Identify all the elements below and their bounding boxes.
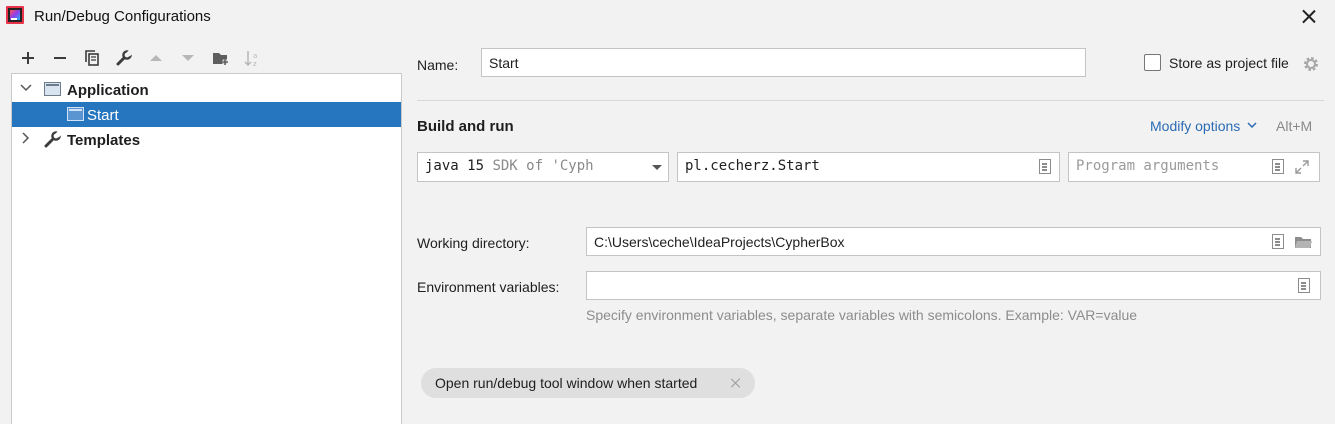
add-icon[interactable] [12,46,44,70]
sdk-name: java 15 [425,158,485,174]
remove-icon[interactable] [44,46,76,70]
tree-item-label: Templates [67,132,141,149]
environment-variables-hint: Specify environment variables, separate … [586,307,1138,323]
folder-icon[interactable] [1294,235,1312,249]
intellij-app-icon [6,6,24,24]
section-title-build-and-run: Build and run [417,118,514,135]
divider [417,100,1324,101]
chevron-down-icon[interactable] [20,82,32,94]
browse-document-icon[interactable] [1298,278,1310,293]
chip-label: Open run/debug tool window when started [435,375,698,391]
tree-item-application[interactable]: Application [12,77,401,102]
sdk-text: java 15 SDK of 'Cyph [425,158,594,174]
tree-item-templates[interactable]: Templates [12,127,401,152]
svg-text:a: a [253,52,257,60]
main-class-value: pl.cecherz.Start [685,158,820,174]
jre-sdk-dropdown[interactable]: java 15 SDK of 'Cyph [417,152,669,182]
remove-option-icon[interactable] [729,376,743,390]
working-directory-label: Working directory: [417,235,530,251]
tree-item-label: Application [67,82,149,99]
browse-document-icon[interactable] [1272,234,1284,249]
new-folder-icon[interactable] [204,46,236,70]
configurations-toolbar: az [12,46,268,70]
working-directory-field[interactable]: C:\Users\ceche\IdeaProjects\CypherBox [586,227,1321,256]
store-as-project-file-label: Store as project file [1169,55,1289,71]
move-down-icon[interactable] [172,46,204,70]
tree-item-label: Start [87,107,119,124]
modify-options-shortcut: Alt+M [1276,118,1313,134]
tree-item-start[interactable]: Start [12,102,401,127]
modify-options-link[interactable]: Modify options [1150,118,1258,134]
working-directory-value: C:\Users\ceche\IdeaProjects\CypherBox [594,234,845,250]
window-title: Run/Debug Configurations [34,8,211,25]
move-up-icon[interactable] [140,46,172,70]
program-arguments-field[interactable]: Program arguments [1068,152,1320,182]
copy-icon[interactable] [76,46,108,70]
svg-text:z: z [253,60,257,68]
browse-document-icon[interactable] [1272,159,1284,174]
chevron-down-icon [651,164,663,172]
modify-options-label: Modify options [1150,118,1241,134]
main-class-field[interactable]: pl.cecherz.Start [677,152,1060,182]
environment-variables-label: Environment variables: [417,279,560,295]
wrench-icon[interactable] [108,46,140,70]
chevron-right-icon[interactable] [20,132,32,144]
close-icon[interactable] [1297,5,1321,29]
expand-icon[interactable] [1295,160,1309,174]
configurations-tree: Application Start Templates [11,73,402,424]
sort-alphabetically-icon[interactable]: az [236,46,268,70]
open-tool-window-option-chip[interactable]: Open run/debug tool window when started [421,368,755,398]
sdk-detail: SDK of 'Cyph [492,158,594,174]
program-arguments-placeholder: Program arguments [1076,158,1220,174]
chevron-down-icon [1247,122,1257,129]
gear-icon[interactable] [1302,55,1320,73]
store-as-project-file-checkbox[interactable] [1144,54,1161,71]
wrench-icon [44,131,61,148]
browse-document-icon[interactable] [1039,159,1051,174]
application-config-icon [44,82,61,96]
environment-variables-field[interactable] [586,271,1321,300]
name-field[interactable]: Start [481,48,1086,77]
name-label: Name: [417,57,459,73]
name-value: Start [489,55,519,71]
title-bar: Run/Debug Configurations [0,0,1335,34]
application-config-icon [67,107,84,121]
